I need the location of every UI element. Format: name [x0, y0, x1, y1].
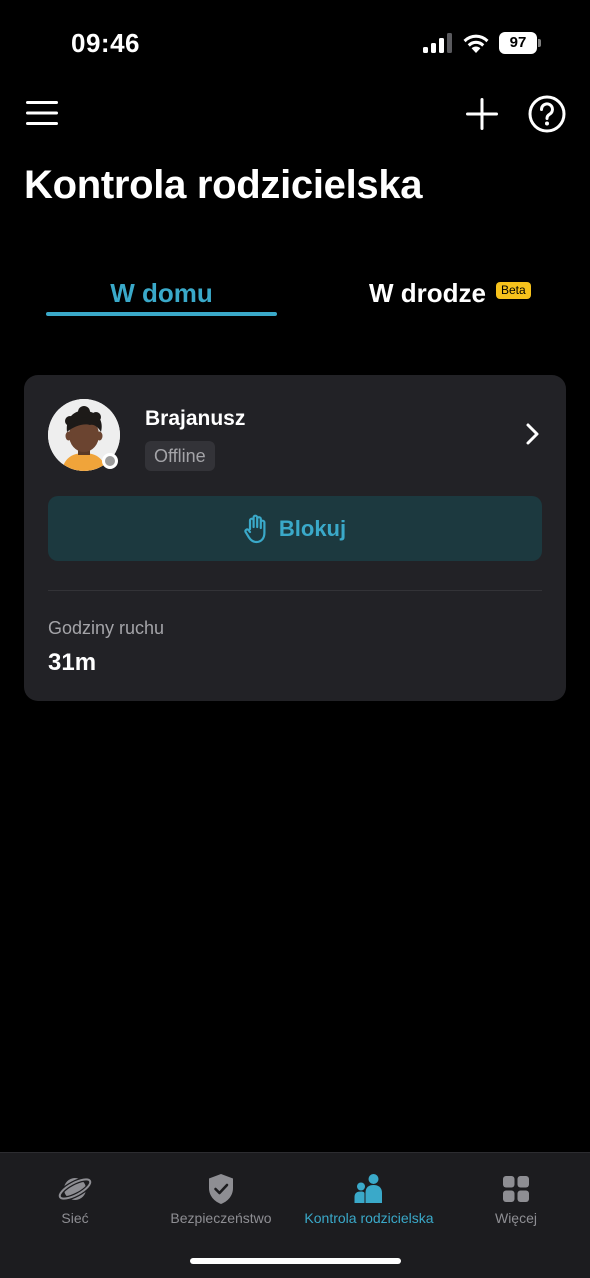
status-bar: 09:46 97	[0, 0, 590, 90]
tab-w-drodze[interactable]: W drodze Beta	[369, 278, 539, 318]
tab-label: W drodze	[369, 278, 486, 308]
plus-icon[interactable]	[465, 97, 499, 131]
tabbar-item-bezpieczenstwo[interactable]: Bezpieczeństwo	[146, 1153, 296, 1243]
traffic-label: Godziny ruchu	[48, 618, 165, 638]
tabbar-label: Więcej	[494, 1210, 537, 1226]
status-badge: Offline	[145, 441, 215, 471]
tab-label: W domu	[110, 278, 213, 308]
profile-name: Brajanusz	[145, 407, 246, 430]
grid-icon	[503, 1176, 529, 1202]
help-icon[interactable]	[528, 95, 566, 133]
tabbar-item-wiecej[interactable]: Więcej	[441, 1153, 590, 1243]
tabbar-label: Bezpieczeństwo	[170, 1210, 272, 1226]
block-button[interactable]: Blokuj	[48, 496, 542, 561]
block-label: Blokuj	[278, 515, 347, 541]
status-dot	[102, 453, 118, 469]
signal-icon	[423, 33, 452, 53]
battery-cap	[538, 39, 541, 47]
tabbar-item-kontrola-rodzicielska[interactable]: Kontrola rodzicielska	[294, 1153, 444, 1243]
chevron-right-icon[interactable]	[524, 422, 542, 446]
planet-icon	[57, 1177, 93, 1201]
beta-badge: Beta	[496, 282, 531, 299]
tabbar-item-siec[interactable]: Sieć	[0, 1153, 150, 1243]
battery-level: 97	[499, 32, 537, 54]
shield-icon	[209, 1174, 233, 1204]
battery-icon: 97	[499, 32, 541, 54]
traffic-value: 31m	[48, 649, 97, 676]
wifi-icon	[463, 34, 489, 53]
status-time: 09:46	[71, 28, 140, 58]
profile-card: Brajanusz Offline Blokuj Godziny ruchu 3…	[24, 375, 566, 701]
active-tab-indicator	[46, 312, 277, 316]
screen: 09:46 97 Kontrola rodzicielska W domu W …	[0, 0, 590, 1278]
menu-icon[interactable]	[26, 99, 58, 127]
tabbar-label: Sieć	[61, 1210, 89, 1226]
hand-icon	[244, 514, 266, 543]
home-indicator[interactable]	[190, 1258, 401, 1264]
family-icon	[354, 1174, 382, 1203]
tabbar-label: Kontrola rodzicielska	[304, 1210, 434, 1226]
page-title: Kontrola rodzicielska	[24, 163, 423, 207]
divider	[48, 590, 542, 591]
